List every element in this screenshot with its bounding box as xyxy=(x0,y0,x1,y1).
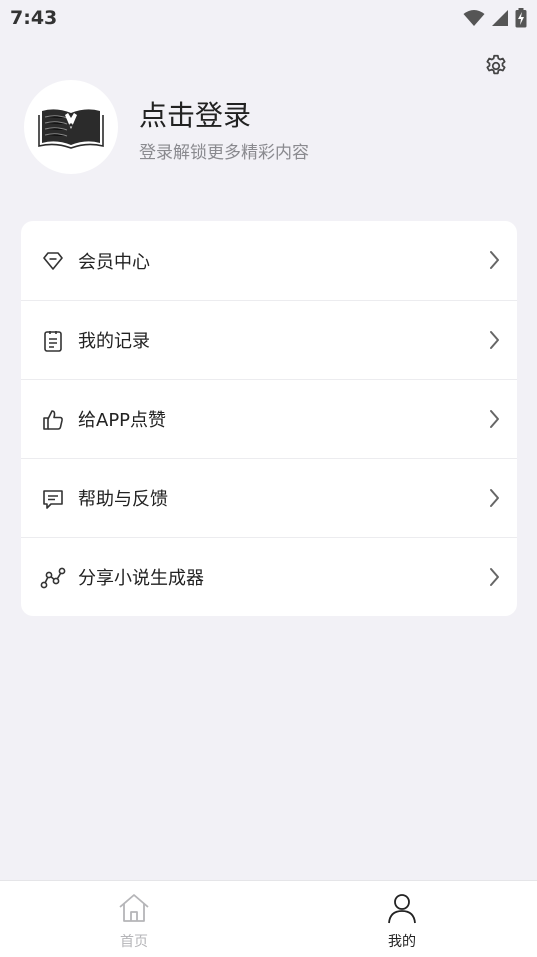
tab-label: 首页 xyxy=(120,934,148,950)
home-icon xyxy=(119,894,149,922)
settings-button[interactable] xyxy=(480,50,512,82)
chevron-right-icon xyxy=(490,489,499,507)
menu-item-label: 会员中心 xyxy=(78,251,150,273)
gear-icon xyxy=(486,54,506,75)
login-subtitle: 登录解锁更多精彩内容 xyxy=(139,143,309,163)
menu-item-help-feedback[interactable]: 帮助与反馈 xyxy=(21,458,517,537)
profile-header: 点击登录 登录解锁更多精彩内容 xyxy=(24,80,504,174)
login-title[interactable]: 点击登录 xyxy=(139,94,251,134)
tab-label: 我的 xyxy=(388,934,416,950)
menu-card: 会员中心 我的记录 给APP点赞 帮助与反馈 分享小说生成器 xyxy=(21,221,517,616)
person-icon xyxy=(388,894,416,924)
share-nodes-icon xyxy=(40,565,66,591)
wifi-icon xyxy=(463,10,485,26)
menu-item-records[interactable]: 我的记录 xyxy=(21,300,517,379)
menu-item-share[interactable]: 分享小说生成器 xyxy=(21,537,517,616)
menu-item-label: 我的记录 xyxy=(78,331,150,352)
avatar[interactable] xyxy=(24,80,118,174)
menu-item-membership[interactable]: 会员中心 xyxy=(21,221,517,300)
status-bar: 7:43 xyxy=(0,0,537,38)
menu-item-rate-app[interactable]: 给APP点赞 xyxy=(21,379,517,458)
menu-item-label: 分享小说生成器 xyxy=(78,568,204,589)
message-icon xyxy=(40,486,66,512)
menu-item-label: 给APP点赞 xyxy=(78,410,167,431)
signal-icon xyxy=(492,10,508,26)
open-book-pen-logo xyxy=(38,109,104,149)
document-list-icon xyxy=(40,328,66,354)
chevron-right-icon xyxy=(490,568,499,586)
menu-item-label: 帮助与反馈 xyxy=(78,489,168,510)
tab-home[interactable]: 首页 xyxy=(0,881,268,957)
chevron-right-icon xyxy=(490,251,499,269)
chevron-right-icon xyxy=(490,410,499,428)
tab-mine[interactable]: 我的 xyxy=(268,881,536,957)
status-time: 7:43 xyxy=(10,7,58,29)
diamond-icon xyxy=(40,248,66,274)
bottom-tab-bar: 首页 我的 xyxy=(0,880,537,957)
status-icons xyxy=(463,8,527,28)
chevron-right-icon xyxy=(490,331,499,349)
battery-charging-icon xyxy=(515,8,527,28)
thumbs-up-icon xyxy=(40,407,66,433)
